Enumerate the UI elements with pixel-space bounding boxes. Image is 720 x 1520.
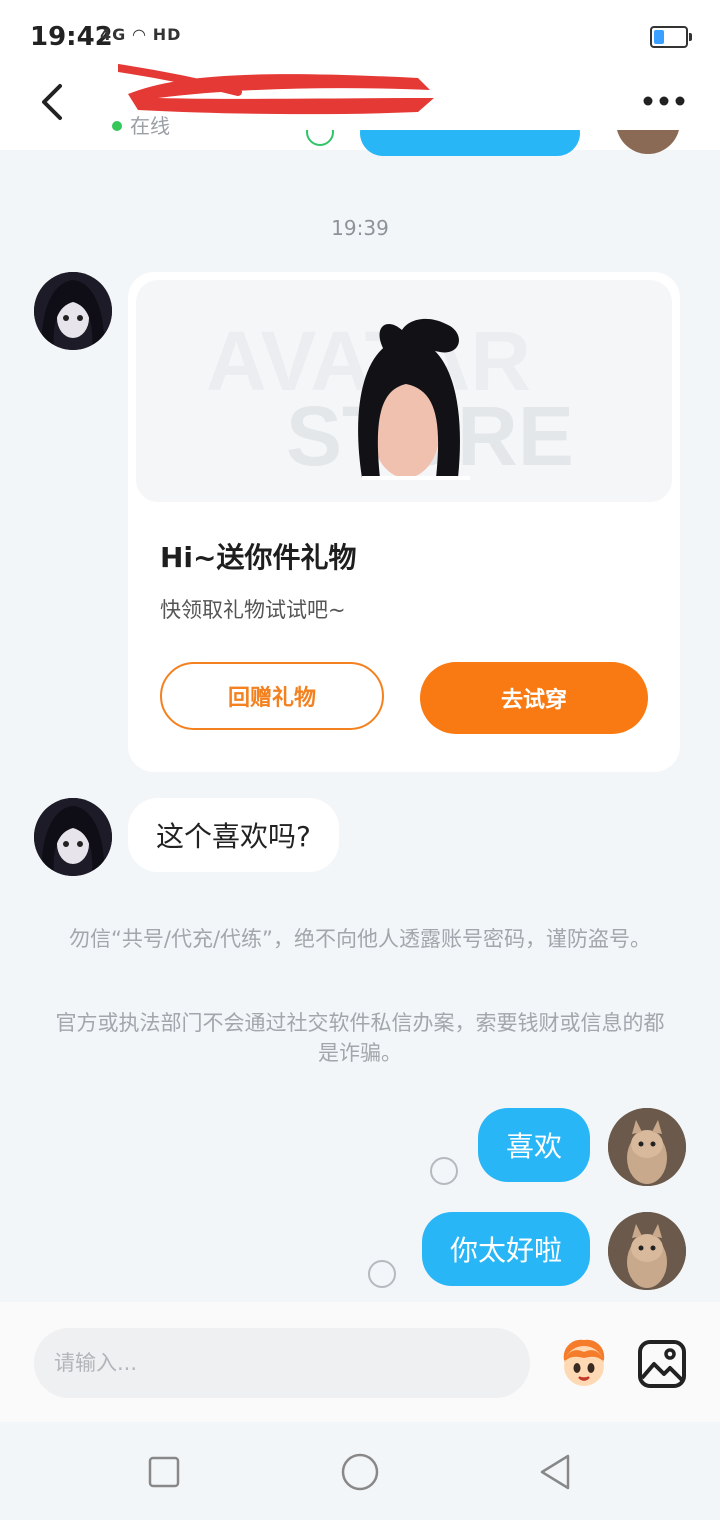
try-on-button[interactable]: 去试穿 bbox=[420, 662, 648, 734]
image-button[interactable] bbox=[636, 1338, 688, 1390]
more-icon bbox=[643, 96, 685, 106]
outgoing-message-bubble[interactable]: 喜欢 bbox=[477, 1108, 590, 1182]
home-button[interactable] bbox=[338, 1450, 382, 1494]
battery-icon bbox=[650, 26, 692, 48]
gift-card[interactable]: AVATAR STORE Hi~送你件礼物 快领取礼物试试吧~ 回赠礼物 去试穿 bbox=[128, 272, 680, 772]
contact-avatar[interactable] bbox=[34, 798, 112, 876]
recent-apps-button[interactable] bbox=[144, 1452, 184, 1492]
emoji-button[interactable] bbox=[552, 1330, 616, 1394]
back-icon bbox=[42, 84, 62, 120]
battery-level bbox=[654, 30, 664, 44]
return-gift-button[interactable]: 回赠礼物 bbox=[160, 662, 384, 730]
avatar bbox=[616, 130, 680, 154]
home-icon bbox=[341, 1453, 379, 1491]
recent-apps-icon bbox=[148, 1456, 180, 1488]
composer-bar bbox=[0, 1302, 720, 1422]
emoji-icon bbox=[563, 1339, 605, 1386]
read-status-icon bbox=[430, 1157, 458, 1185]
more-button[interactable] bbox=[642, 86, 686, 116]
gift-subtitle: 快领取礼物试试吧~ bbox=[160, 598, 346, 622]
my-avatar[interactable] bbox=[608, 1212, 686, 1290]
previous-outgoing-bubble bbox=[360, 130, 580, 156]
read-status-icon bbox=[306, 130, 334, 146]
image-icon bbox=[638, 1340, 686, 1388]
safety-notice: 勿信“共号/代充/代练”，绝不向他人透露账号密码，谨防盗号。 bbox=[69, 927, 651, 951]
fraud-notice: 官方或执法部门不会通过社交软件私信办案，索要钱财或信息的都是诈骗。 bbox=[55, 1011, 665, 1065]
read-status-icon bbox=[368, 1260, 396, 1288]
message-input[interactable] bbox=[34, 1328, 530, 1398]
message-timestamp: 19:39 bbox=[331, 216, 389, 240]
back-button[interactable] bbox=[30, 78, 78, 126]
outgoing-message-bubble[interactable]: 你太好啦 bbox=[421, 1212, 590, 1286]
previous-message-partial bbox=[0, 130, 720, 160]
my-avatar[interactable] bbox=[608, 1108, 686, 1186]
wifi-icon: ◠ bbox=[132, 25, 147, 44]
contact-avatar[interactable] bbox=[34, 272, 112, 350]
gift-preview-image: AVATAR STORE bbox=[136, 280, 672, 502]
network-type: 4G bbox=[100, 25, 127, 44]
system-nav-bar bbox=[0, 1422, 720, 1520]
gift-title: Hi~送你件礼物 bbox=[160, 541, 357, 574]
hd-label: HD bbox=[152, 25, 182, 44]
incoming-message-bubble[interactable]: 这个喜欢吗? bbox=[128, 798, 339, 872]
nav-back-button[interactable] bbox=[536, 1452, 576, 1492]
nav-back-icon bbox=[540, 1454, 570, 1490]
signal-icon: 4G ◠ HD bbox=[100, 25, 181, 44]
